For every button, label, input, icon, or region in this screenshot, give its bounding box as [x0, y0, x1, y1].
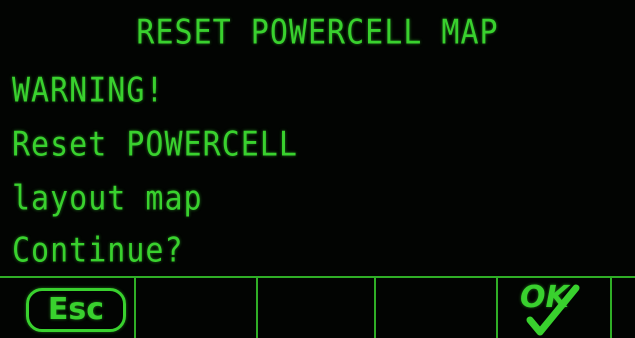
- warning-line: WARNING!: [12, 71, 165, 111]
- continue-prompt: Continue?: [12, 231, 184, 271]
- softkey-4-empty[interactable]: [374, 278, 496, 338]
- ok-label: OK: [520, 280, 569, 315]
- ok-checkmark-icon: OK: [508, 282, 598, 338]
- message-line-1: Reset POWERCELL: [12, 125, 298, 165]
- softkey-ok[interactable]: OK: [496, 278, 610, 338]
- terminal-lcd-screen: RESET POWERCELL MAP WARNING! Reset POWER…: [0, 0, 635, 338]
- softkey-6-empty[interactable]: [610, 278, 635, 338]
- softkey-esc[interactable]: Esc: [10, 278, 134, 338]
- esc-softkey-icon: Esc: [26, 288, 126, 332]
- softkey-bar: Esc OK: [0, 276, 635, 338]
- softkey-2-empty[interactable]: [134, 278, 256, 338]
- screen-title: RESET POWERCELL MAP: [136, 13, 499, 53]
- softkey-3-empty[interactable]: [256, 278, 374, 338]
- esc-label: Esc: [47, 292, 105, 327]
- message-line-2: layout map: [12, 179, 203, 219]
